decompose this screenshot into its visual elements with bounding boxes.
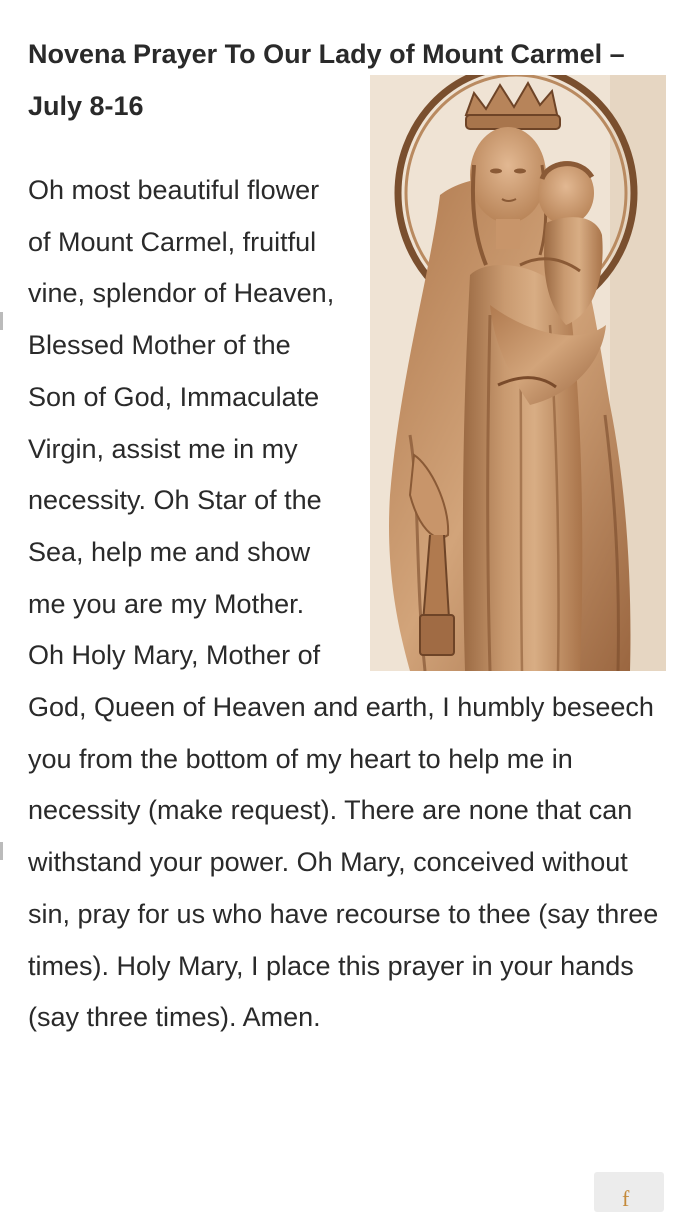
- left-edge-mark: [0, 312, 3, 330]
- corner-badge-glyph: f: [622, 1186, 630, 1211]
- statue-image: [370, 75, 666, 671]
- prayer-body: Oh most beautiful flower of Mount Carmel…: [28, 75, 672, 1044]
- madonna-statue-icon: [370, 75, 666, 671]
- left-edge-mark: [0, 842, 3, 860]
- corner-badge[interactable]: f: [594, 1172, 664, 1212]
- article: Novena Prayer To Our Lady of Mount Carme…: [28, 0, 672, 1044]
